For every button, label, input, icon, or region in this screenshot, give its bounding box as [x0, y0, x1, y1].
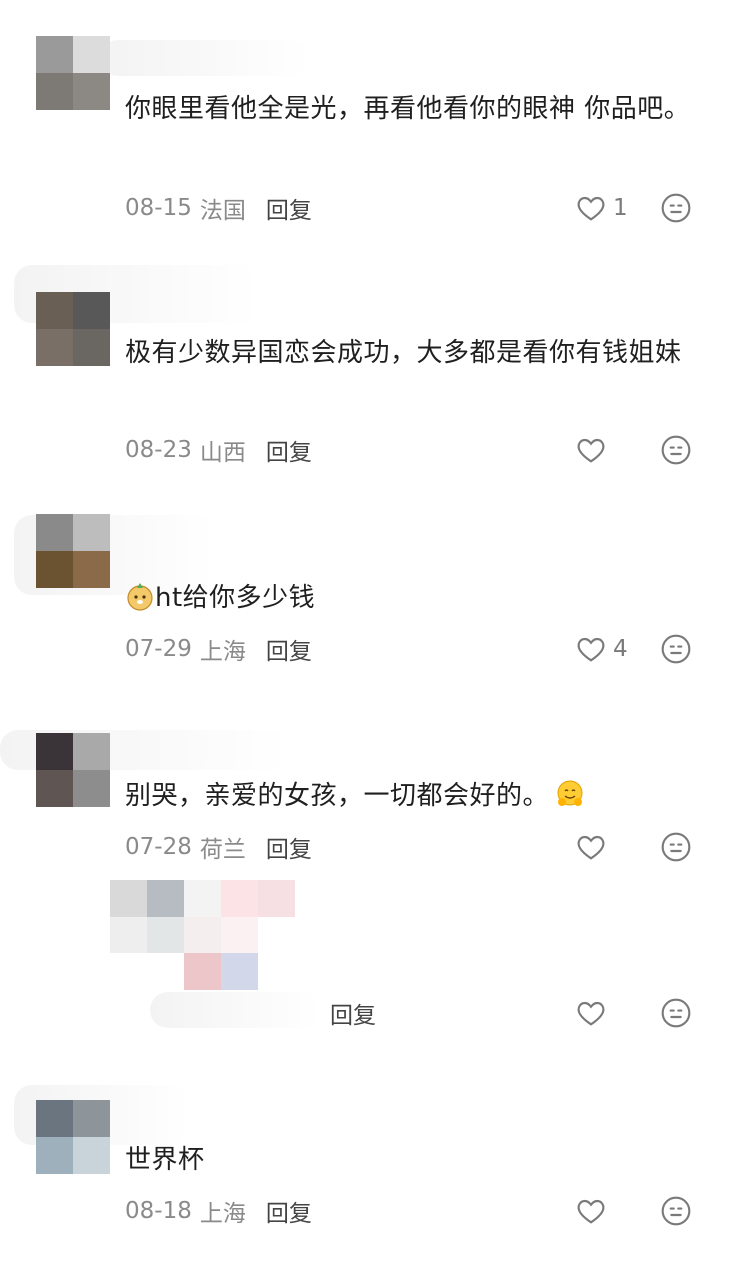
- heart-outline-icon: [577, 1199, 605, 1224]
- comment-text: 别哭，亲爱的女孩，一切都会好的。: [125, 773, 705, 819]
- like-button[interactable]: 1: [575, 190, 628, 226]
- date-blurred: [150, 992, 320, 1028]
- like-button[interactable]: [575, 432, 613, 468]
- like-button[interactable]: [575, 829, 613, 865]
- comment-text: 你眼里看他全是光，再看他看你的眼神 你品吧。: [125, 94, 691, 124]
- heart-outline-icon: [577, 835, 605, 860]
- comment-text: 世界杯: [125, 1145, 205, 1175]
- comment-location: 荷兰: [199, 837, 246, 863]
- comment-text: ht给你多少钱: [125, 575, 705, 621]
- reply-button[interactable]: 回复: [266, 1194, 312, 1228]
- reply-button[interactable]: 回复: [266, 191, 312, 225]
- comment-location: 上海: [199, 639, 246, 665]
- avatar[interactable]: [36, 36, 110, 110]
- like-button[interactable]: [575, 1193, 613, 1229]
- neutral-face-icon[interactable]: [660, 633, 692, 665]
- comment-text-content: 别哭，亲爱的女孩，一切都会好的。: [125, 781, 550, 811]
- neutral-face-icon[interactable]: [660, 1195, 692, 1227]
- comment-text-content: ht给你多少钱: [155, 583, 316, 613]
- like-count: 4: [613, 636, 628, 662]
- avatar[interactable]: [36, 292, 110, 366]
- reply-button[interactable]: 回复: [266, 830, 312, 864]
- reply-button[interactable]: 回复: [266, 433, 312, 467]
- heart-outline-icon: [577, 1001, 605, 1026]
- comment-date: 08-23: [125, 437, 192, 463]
- neutral-face-icon[interactable]: [660, 997, 692, 1029]
- reply-button[interactable]: 回复: [330, 996, 376, 1030]
- comment-date: 07-29: [125, 636, 192, 662]
- comment-location: 上海: [199, 1201, 246, 1227]
- comment-date: 08-15: [125, 195, 192, 221]
- comment-location: 法国: [199, 198, 246, 224]
- avatar[interactable]: [36, 514, 110, 588]
- image-attachment-pixelated[interactable]: [110, 880, 295, 990]
- neutral-face-icon[interactable]: [660, 434, 692, 466]
- avatar[interactable]: [36, 1100, 110, 1174]
- username-blurred: [100, 40, 310, 76]
- dog-emoji-icon: [127, 583, 153, 611]
- comment-text: 极有少数异国恋会成功，大多都是看你有钱姐妹: [125, 338, 682, 368]
- heart-outline-icon: [577, 196, 605, 221]
- hugging-face-emoji-icon: [557, 780, 583, 806]
- neutral-face-icon[interactable]: [660, 831, 692, 863]
- like-button[interactable]: 4: [575, 631, 628, 667]
- like-count: 1: [613, 195, 628, 221]
- heart-outline-icon: [577, 438, 605, 463]
- avatar[interactable]: [36, 733, 110, 807]
- reply-button[interactable]: 回复: [266, 632, 312, 666]
- comment-date: 08-18: [125, 1198, 192, 1224]
- comment-location: 山西: [199, 440, 246, 466]
- comment-date: 07-28: [125, 834, 192, 860]
- like-button[interactable]: [575, 995, 607, 1031]
- neutral-face-icon[interactable]: [660, 192, 692, 224]
- heart-outline-icon: [577, 637, 605, 662]
